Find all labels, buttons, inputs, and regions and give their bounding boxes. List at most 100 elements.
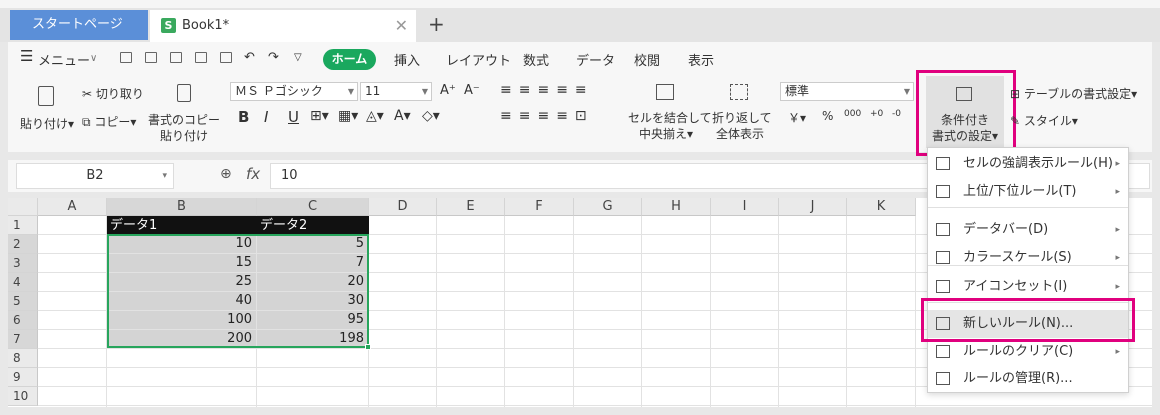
- menu-item-top-bottom-rules[interactable]: 上位/下位ルール(T) ▸: [928, 178, 1128, 206]
- column-header-k[interactable]: K: [847, 198, 916, 216]
- row-header-3[interactable]: 3: [8, 254, 38, 273]
- conditional-format-highlight: [916, 70, 1016, 156]
- chevron-down-icon: ▼: [903, 87, 910, 96]
- column-header-d[interactable]: D: [369, 198, 437, 216]
- row-header-2[interactable]: 2: [8, 235, 38, 254]
- wrap-text-button[interactable]: 折り返して 全体表示: [712, 110, 772, 142]
- close-icon[interactable]: ✕: [395, 10, 408, 42]
- row-header-8[interactable]: 8: [8, 349, 38, 368]
- menu-item-manage-rules[interactable]: ルールの管理(R)...: [928, 365, 1128, 393]
- copy-button[interactable]: ⧉ コピー▾: [82, 113, 136, 130]
- print-icon[interactable]: [195, 52, 207, 63]
- comma-style-icon[interactable]: 000: [844, 109, 861, 119]
- row-header-6[interactable]: 6: [8, 311, 38, 330]
- menu-button[interactable]: メニュー: [38, 50, 90, 69]
- tab-book1[interactable]: S Book1* ✕: [150, 10, 416, 42]
- menu-item-color-scales[interactable]: カラースケール(S) ▸: [928, 244, 1128, 272]
- menu-item-highlight-rules[interactable]: セルの強調表示ルール(H) ▸: [928, 150, 1128, 178]
- wrap-label2: 全体表示: [715, 127, 764, 141]
- paste-icon[interactable]: [38, 86, 54, 106]
- row-header-4[interactable]: 4: [8, 273, 38, 292]
- submenu-arrow-icon: ▸: [1115, 253, 1120, 263]
- tab-view[interactable]: 表示: [688, 50, 714, 69]
- tab-start-page[interactable]: スタートページ: [10, 10, 148, 40]
- increase-decimal-icon[interactable]: +0: [870, 109, 883, 119]
- fill-handle[interactable]: [365, 344, 371, 350]
- font-grow-icon[interactable]: A⁺: [440, 83, 456, 98]
- row-header-9[interactable]: 9: [8, 368, 38, 387]
- font-color-icon[interactable]: A▾: [394, 108, 411, 124]
- zoom-icon[interactable]: ⊕: [220, 166, 232, 182]
- hamburger-icon[interactable]: ☰: [20, 47, 33, 65]
- merge-center-button[interactable]: セルを結合して 中央揃え▾: [628, 110, 712, 142]
- row-header-1[interactable]: 1: [8, 216, 38, 235]
- undo-icon[interactable]: ↶: [244, 50, 255, 65]
- number-format-select[interactable]: 標準 ▼: [780, 82, 914, 101]
- cell-ref: B2: [86, 168, 104, 183]
- header-cell[interactable]: データ2: [257, 216, 369, 235]
- name-box[interactable]: B2 ▾: [16, 163, 174, 189]
- customize-icon[interactable]: ▽: [294, 52, 302, 63]
- font-shrink-icon[interactable]: A⁻: [464, 83, 480, 98]
- font-name-select[interactable]: ＭＳ Ｐゴシック ▼: [230, 82, 358, 101]
- paste-button[interactable]: 貼り付け▾: [20, 115, 74, 132]
- column-header-i[interactable]: I: [711, 198, 779, 216]
- export-icon[interactable]: [170, 52, 182, 63]
- cut-button[interactable]: ✂ 切り取り: [82, 85, 144, 102]
- column-header-g[interactable]: G: [574, 198, 642, 216]
- menu-item-icon-sets[interactable]: アイコンセット(I) ▸: [928, 273, 1128, 301]
- eraser-icon[interactable]: ◇▾: [422, 108, 440, 124]
- format-painter-icon[interactable]: [177, 84, 191, 102]
- decrease-decimal-icon[interactable]: -0: [892, 109, 901, 119]
- tab-insert[interactable]: 挿入: [394, 50, 420, 69]
- menu-separator: [928, 207, 1128, 208]
- font-size-select[interactable]: 11 ▼: [360, 82, 432, 101]
- tab-formulas[interactable]: 数式: [523, 50, 549, 69]
- menu-item-data-bars[interactable]: データバー(D) ▸: [928, 216, 1128, 244]
- column-header-j[interactable]: J: [779, 198, 847, 216]
- underline-button[interactable]: U: [288, 108, 299, 126]
- column-header-h[interactable]: H: [642, 198, 711, 216]
- column-header-c[interactable]: C: [257, 198, 369, 216]
- vertical-align-icons[interactable]: ≡≡≡≡≡: [500, 82, 594, 98]
- redo-icon[interactable]: ↷: [268, 50, 279, 65]
- bold-button[interactable]: B: [238, 108, 249, 126]
- percent-button[interactable]: %: [822, 109, 833, 123]
- tab-review[interactable]: 校閲: [634, 50, 660, 69]
- table-format-label: テーブルの書式設定: [1023, 87, 1132, 101]
- column-header-e[interactable]: E: [437, 198, 505, 216]
- fill-color-icon[interactable]: ◬▾: [366, 108, 384, 124]
- row-header-7[interactable]: 7: [8, 330, 38, 349]
- border-icon[interactable]: ⊞▾: [310, 108, 329, 124]
- conditional-format-menu: セルの強調表示ルール(H) ▸ 上位/下位ルール(T) ▸ データバー(D) ▸ カラースケ…: [927, 147, 1129, 393]
- merge-icon[interactable]: [656, 84, 674, 100]
- chevron-down-icon[interactable]: ∨: [90, 53, 97, 64]
- spreadsheet-app: スタートページ S Book1* ✕ + ☰ メニュー ∨ ↶ ↷ ▽ ホーム …: [0, 0, 1160, 415]
- horizontal-align-icons[interactable]: ≡≡≡≡⊡: [500, 108, 594, 124]
- menu-item-clear-rules[interactable]: ルールのクリア(C) ▸: [928, 338, 1128, 366]
- currency-button[interactable]: ￥▾: [788, 109, 806, 126]
- tab-data[interactable]: データ: [576, 50, 615, 69]
- wrap-icon[interactable]: [730, 84, 748, 100]
- format-painter-button[interactable]: 書式のコピー 貼り付け: [148, 112, 220, 144]
- tab-home[interactable]: ホーム: [323, 49, 376, 70]
- add-tab-button[interactable]: +: [428, 10, 445, 38]
- column-header-b[interactable]: B: [107, 198, 257, 216]
- merge-label1: セルを結合して: [628, 111, 712, 125]
- column-header-a[interactable]: A: [38, 198, 107, 216]
- italic-button[interactable]: I: [264, 108, 268, 126]
- fx-icon[interactable]: fx: [246, 165, 260, 183]
- style-button[interactable]: ✎ スタイル▾: [1010, 112, 1078, 129]
- tab-layout[interactable]: レイアウト: [446, 50, 511, 69]
- menu-item-label: セルの強調表示ルール(H): [963, 156, 1113, 171]
- header-cell[interactable]: データ1: [107, 216, 257, 235]
- print-preview-icon[interactable]: [220, 52, 232, 63]
- row-header-10[interactable]: 10: [8, 387, 38, 406]
- row-header-5[interactable]: 5: [8, 292, 38, 311]
- column-header-f[interactable]: F: [505, 198, 574, 216]
- save-icon[interactable]: [145, 52, 157, 63]
- table-format-button[interactable]: ⊞ テーブルの書式設定▾: [1010, 85, 1137, 102]
- folder-icon[interactable]: [120, 52, 132, 63]
- shading-icon[interactable]: ▦▾: [338, 108, 358, 124]
- select-all-corner[interactable]: [8, 198, 38, 216]
